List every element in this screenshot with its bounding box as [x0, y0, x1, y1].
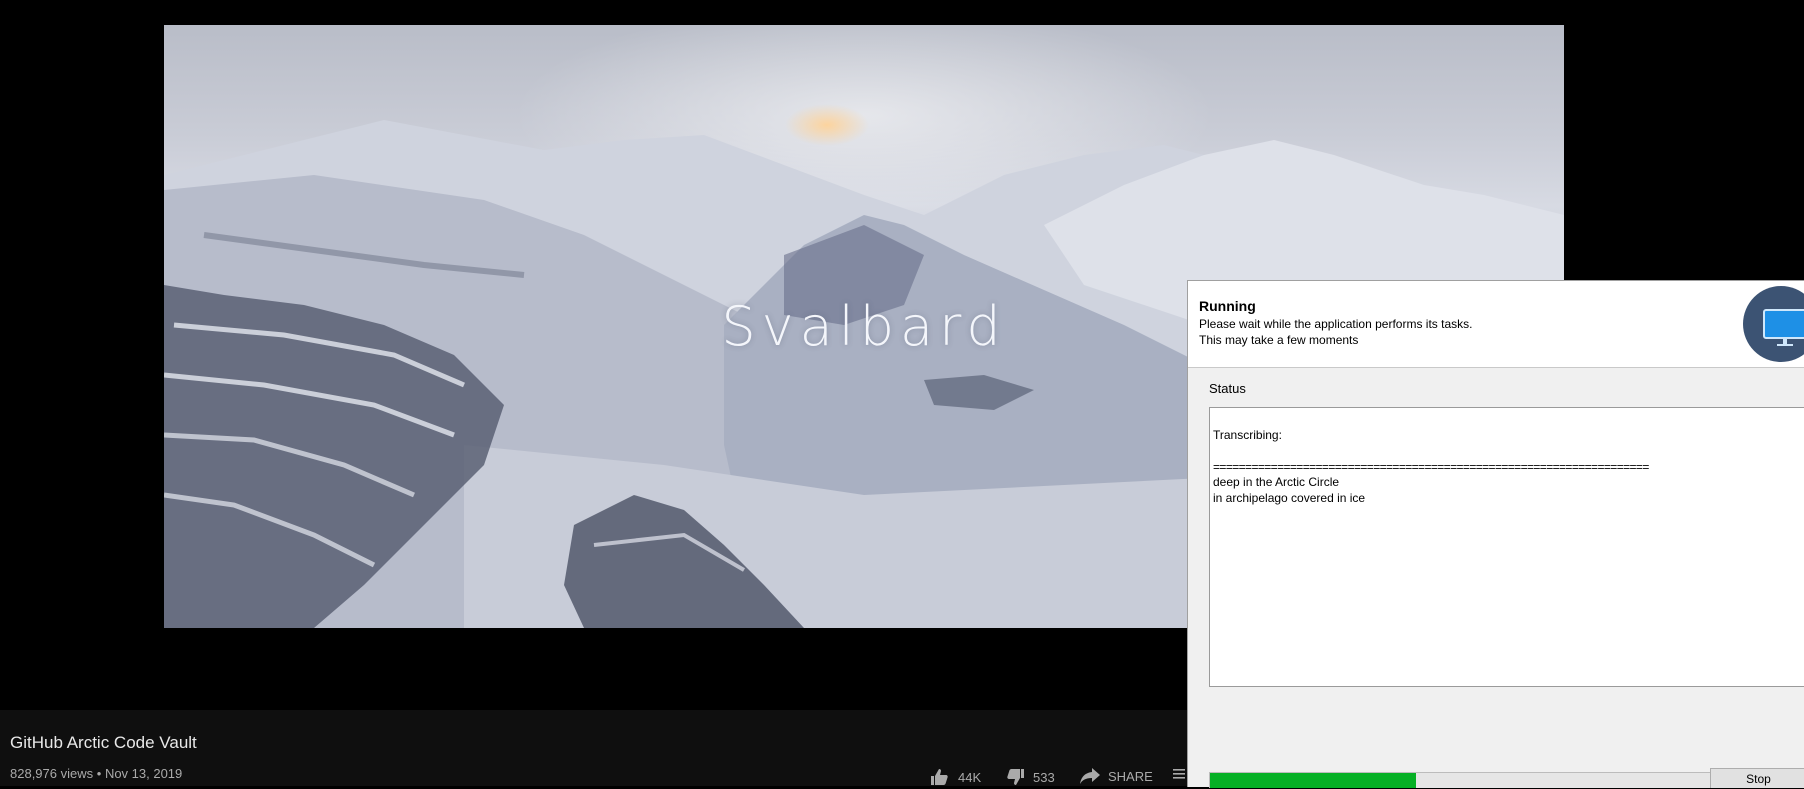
dialog-subtitle-1: Please wait while the application perfor… [1199, 317, 1473, 331]
share-button[interactable]: SHARE [1080, 768, 1153, 784]
computer-monitor-icon [1743, 286, 1804, 362]
running-dialog: Running Please wait while the applicatio… [1187, 280, 1804, 788]
menu-lines-icon [1173, 769, 1185, 779]
thumbs-up-icon [931, 769, 948, 785]
status-log: Transcribing: ==========================… [1209, 407, 1804, 687]
dialog-header: Running Please wait while the applicatio… [1188, 281, 1804, 368]
share-arrow-icon [1080, 768, 1100, 784]
view-count: 828,976 views [10, 766, 94, 781]
more-actions-button[interactable] [1173, 768, 1185, 780]
thumbs-down-icon [1007, 769, 1024, 785]
dislike-count: 533 [1033, 769, 1055, 785]
like-count: 44K [958, 769, 982, 785]
dialog-subtitle-2: This may take a few moments [1199, 333, 1359, 347]
stop-button[interactable]: Stop [1710, 768, 1804, 788]
video-meta: 828,976 views • Nov 13, 2019 [10, 766, 182, 781]
status-line: deep in the Arctic Circle [1213, 475, 1340, 489]
share-label: SHARE [1108, 768, 1153, 784]
status-line: Transcribing: [1213, 428, 1282, 442]
video-name: GitHub Arctic Code Vault [10, 733, 197, 752]
dislike-button[interactable]: 533 [1005, 768, 1055, 786]
status-line: in archipelago covered in ice [1213, 491, 1366, 505]
status-label: Status [1209, 381, 1246, 396]
like-button[interactable]: 44K [930, 768, 981, 786]
upload-date: Nov 13, 2019 [104, 766, 183, 781]
meta-separator: • [96, 766, 102, 781]
dialog-heading: Running [1199, 298, 1256, 314]
status-line: ========================================… [1213, 460, 1649, 474]
